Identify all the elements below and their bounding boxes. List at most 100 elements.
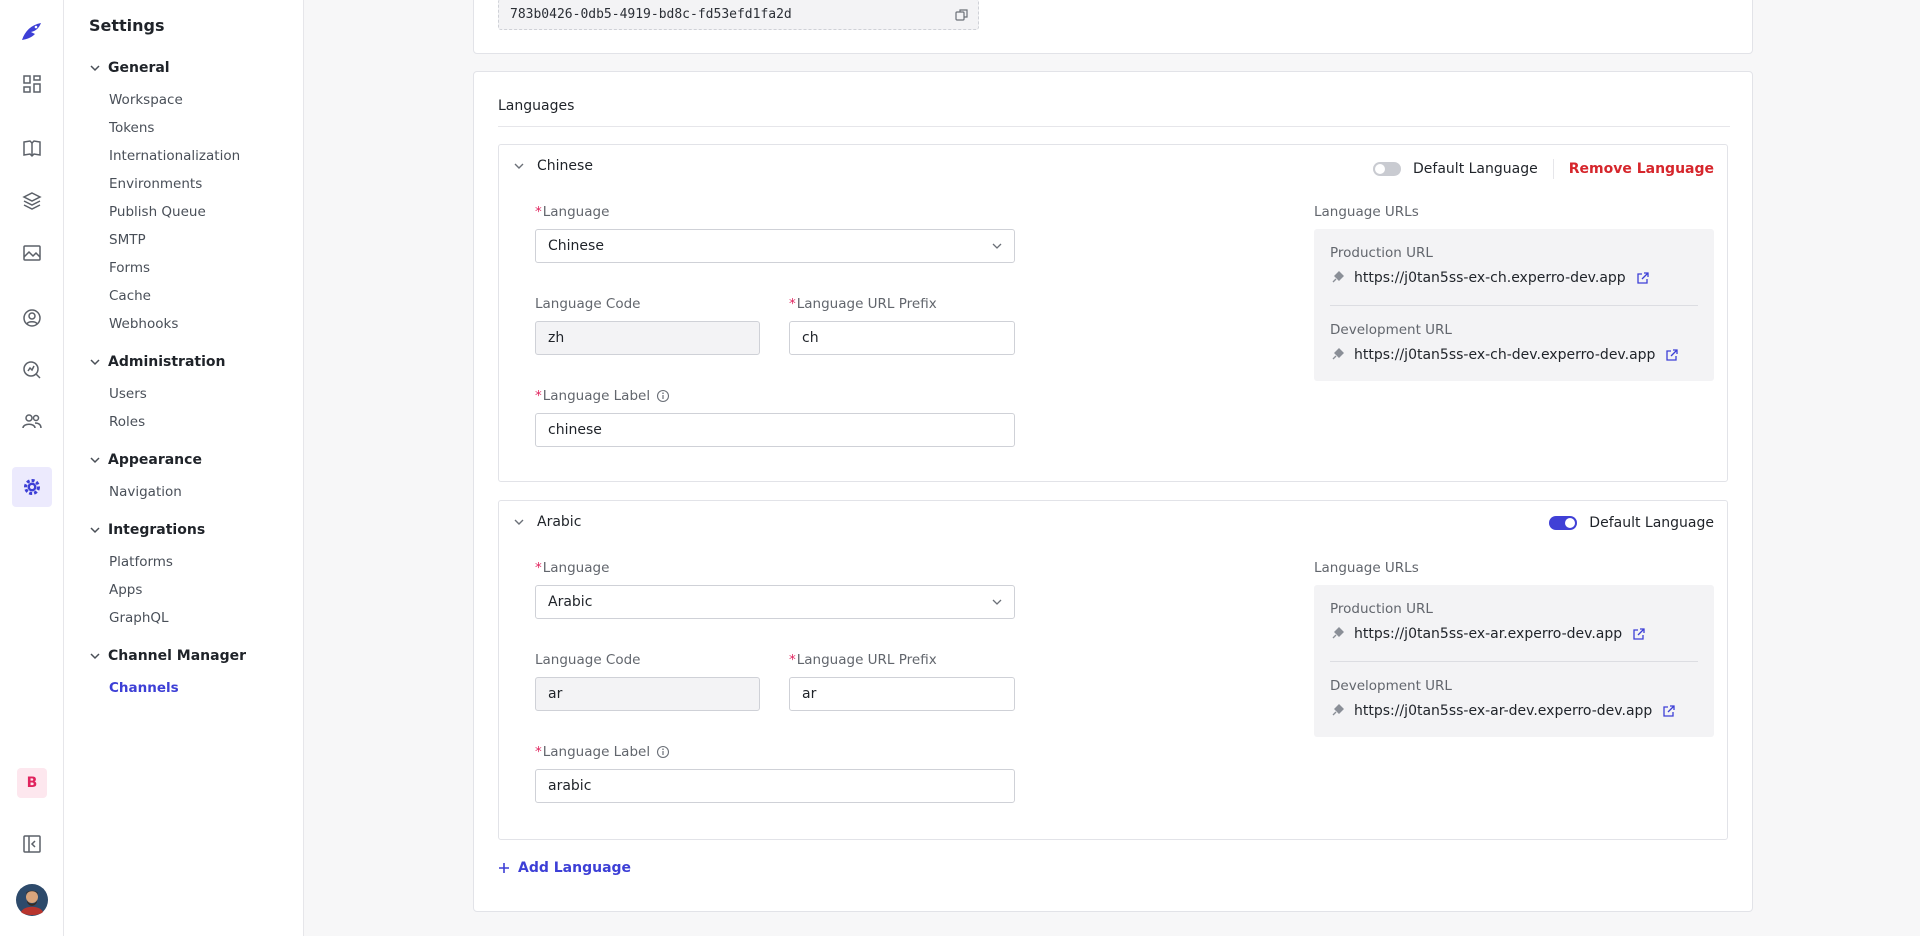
language-code-field: ar [535,677,760,711]
language-select[interactable]: Arabic [535,585,1015,619]
book-icon[interactable] [12,128,52,168]
copy-icon[interactable] [955,8,969,22]
group-integrations[interactable]: Integrations [90,522,205,538]
language-panel-arabic: Arabic Default Language * Language Arabic… [498,500,1728,840]
user-circle-icon[interactable] [12,298,52,338]
chevron-down-icon [992,243,1002,249]
group-appearance[interactable]: Appearance [90,452,202,468]
development-url[interactable]: https://j0tan5ss-ex-ch-dev.experro-dev.a… [1354,347,1655,363]
sidebar-item-environments[interactable]: Environments [109,176,202,192]
group-administration[interactable]: Administration [90,354,225,370]
icon-rail: B [0,0,64,936]
panel-header-toggle[interactable]: Arabic [513,514,581,530]
languages-card: Languages Chinese Default Language Remov… [473,71,1753,912]
main-content: 783b0426-0db5-4919-bd8c-fd53efd1fa2d Lan… [304,0,1920,936]
panel-title: Chinese [537,158,593,174]
languages-title: Languages [498,98,575,114]
default-language-toggle[interactable] [1373,162,1402,176]
chevron-down-icon [90,65,100,72]
language-label-label: * Language Label [535,388,670,404]
language-urls-box: Production URL https://j0tan5ss-ex-ar.ex… [1314,585,1714,737]
group-general[interactable]: General [90,60,170,76]
language-code-label: Language Code [535,652,641,668]
language-label-input[interactable]: chinese [535,413,1015,447]
panel-header-toggle[interactable]: Chinese [513,158,593,174]
pin-icon [1332,348,1344,360]
development-url-row: https://j0tan5ss-ex-ch-dev.experro-dev.a… [1330,347,1679,363]
url-prefix-label: * Language URL Prefix [789,296,937,312]
dashboard-icon[interactable] [12,64,52,104]
remove-language-button[interactable]: Remove Language [1569,161,1714,177]
default-language-label: Default Language [1413,161,1538,177]
sidebar-item-smtp[interactable]: SMTP [109,232,146,248]
divider [498,126,1730,127]
add-language-button[interactable]: Add Language [498,860,631,876]
production-url-row: https://j0tan5ss-ex-ar.experro-dev.app [1330,626,1646,642]
chevron-down-icon [992,599,1002,605]
chevron-down-icon [90,359,100,366]
collapse-sidebar-icon[interactable] [12,824,52,864]
chevron-down-icon [514,163,524,169]
channel-id-card: 783b0426-0db5-4919-bd8c-fd53efd1fa2d [473,0,1753,54]
sidebar-item-channels[interactable]: Channels [109,680,179,696]
panel-title: Arabic [537,514,582,530]
default-language-toggle[interactable] [1549,516,1578,530]
chevron-down-icon [90,653,100,660]
team-icon[interactable] [12,401,52,441]
language-urls-label: Language URLs [1314,204,1419,220]
production-url[interactable]: https://j0tan5ss-ex-ch.experro-dev.app [1354,270,1626,286]
external-link-icon[interactable] [1632,627,1646,641]
language-urls-label: Language URLs [1314,560,1419,576]
external-link-icon[interactable] [1662,704,1676,718]
production-url-label: Production URL [1330,601,1433,617]
image-icon[interactable] [12,233,52,273]
group-label: General [108,60,170,76]
divider [1552,159,1554,179]
production-url[interactable]: https://j0tan5ss-ex-ar.experro-dev.app [1354,626,1622,642]
layers-icon[interactable] [12,181,52,221]
pin-icon [1332,704,1344,716]
logo-icon[interactable] [12,12,52,52]
settings-icon[interactable] [12,467,52,507]
language-panel-chinese: Chinese Default Language Remove Language… [498,144,1728,482]
group-label: Appearance [108,452,202,468]
sidebar-item-workspace[interactable]: Workspace [109,92,183,108]
sidebar-item-webhooks[interactable]: Webhooks [109,316,178,332]
sidebar-item-graphql[interactable]: GraphQL [109,610,169,626]
language-select-value: Arabic [548,594,593,610]
development-url-row: https://j0tan5ss-ex-ar-dev.experro-dev.a… [1330,703,1676,719]
sidebar-item-cache[interactable]: Cache [109,288,151,304]
development-url-label: Development URL [1330,678,1452,694]
chevron-down-icon [514,519,524,525]
settings-sidebar: Settings General Workspace Tokens Intern… [64,0,304,936]
external-link-icon[interactable] [1636,271,1650,285]
channel-id-field: 783b0426-0db5-4919-bd8c-fd53efd1fa2d [498,0,979,30]
language-select[interactable]: Chinese [535,229,1015,263]
avatar[interactable] [12,880,52,920]
group-label: Channel Manager [108,648,247,664]
language-label-input[interactable]: arabic [535,769,1015,803]
language-code-field: zh [535,321,760,355]
analytics-icon[interactable] [12,350,52,390]
panel-actions: Default Language [1549,515,1714,531]
plus-icon [499,863,509,873]
sidebar-item-publish-queue[interactable]: Publish Queue [109,204,206,220]
sidebar-item-forms[interactable]: Forms [109,260,150,276]
external-link-icon[interactable] [1665,348,1679,362]
sidebar-item-platforms[interactable]: Platforms [109,554,173,570]
sidebar-item-navigation[interactable]: Navigation [109,484,182,500]
url-prefix-input[interactable]: ar [789,677,1015,711]
pin-icon [1332,627,1344,639]
sidebar-item-apps[interactable]: Apps [109,582,142,598]
group-channel-manager[interactable]: Channel Manager [90,648,246,664]
language-label-label: * Language Label [535,744,670,760]
sidebar-item-users[interactable]: Users [109,386,147,402]
info-icon[interactable] [656,389,670,403]
workspace-badge[interactable]: B [12,763,52,803]
sidebar-item-internationalization[interactable]: Internationalization [109,148,240,164]
url-prefix-input[interactable]: ch [789,321,1015,355]
info-icon[interactable] [656,745,670,759]
sidebar-item-roles[interactable]: Roles [109,414,145,430]
development-url[interactable]: https://j0tan5ss-ex-ar-dev.experro-dev.a… [1354,703,1652,719]
sidebar-item-tokens[interactable]: Tokens [109,120,154,136]
